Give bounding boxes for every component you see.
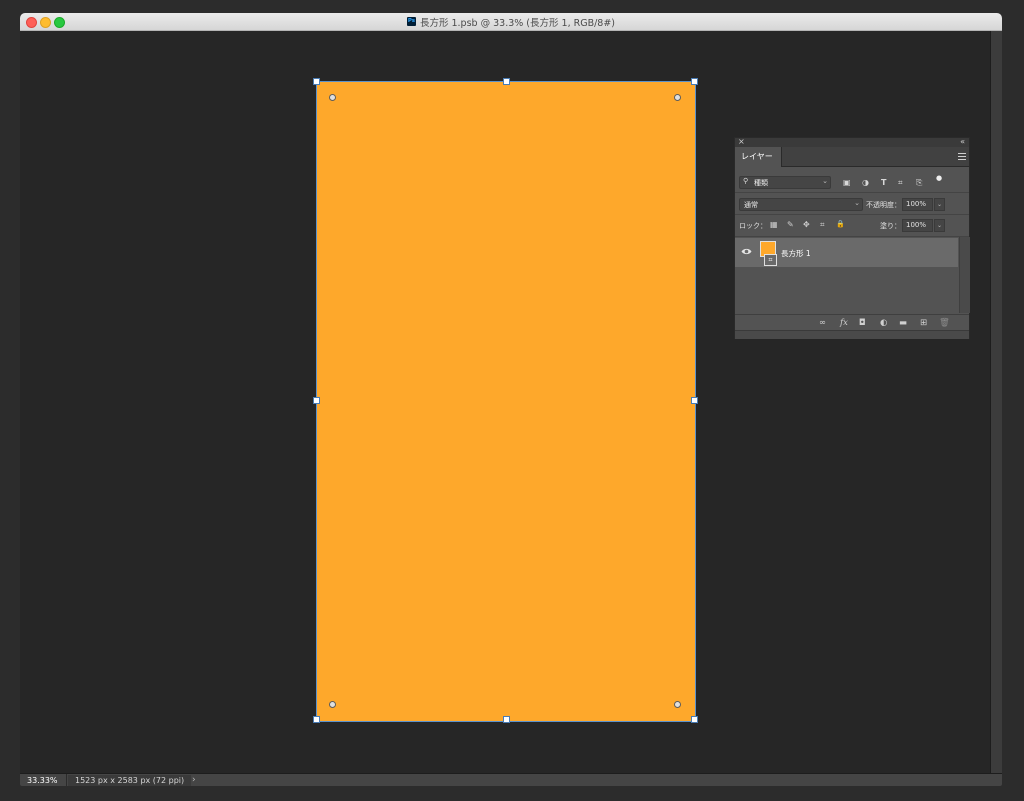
layers-list: ⌗ 長方形 1 — [735, 237, 959, 313]
vertical-scrollbar[interactable] — [990, 31, 1002, 773]
adjustment-layer-filter-icon[interactable]: ◑ — [862, 178, 869, 187]
collapse-panel-icon[interactable]: « — [960, 137, 965, 146]
chevron-down-icon: ⌄ — [822, 177, 828, 185]
new-adjustment-layer-icon[interactable]: ◐ — [880, 318, 887, 328]
layers-bottom-toolbar: ∞ fx ◘ ◐ ▬ ⊞ 🗑 — [735, 314, 969, 331]
canvas-rectangle[interactable] — [313, 78, 698, 723]
transform-handle-left[interactable] — [313, 397, 320, 404]
lock-all-icon[interactable]: 🔒 — [836, 220, 845, 228]
corner-radius-widget-top-right[interactable] — [674, 94, 681, 101]
opacity-input[interactable]: 100% — [902, 198, 933, 211]
fill-input[interactable]: 100% — [902, 219, 933, 232]
blend-opacity-row: 通常 ⌄ 不透明度： 100% ⌄ — [735, 194, 969, 215]
transform-handle-top-right[interactable] — [691, 78, 698, 85]
close-panel-icon[interactable]: × — [738, 137, 745, 146]
transform-handle-top[interactable] — [503, 78, 510, 85]
document-info: 1523 px x 2583 px (72 ppi) — [68, 775, 192, 786]
fill-label: 塗り： — [880, 222, 901, 230]
search-icon: ⚲ — [743, 177, 749, 185]
layer-style-fx-icon[interactable]: fx — [840, 318, 848, 328]
filter-toggle-icon[interactable]: ● — [936, 174, 942, 183]
status-menu-arrow-icon[interactable]: › — [192, 775, 196, 785]
corner-radius-widget-bottom-right[interactable] — [674, 701, 681, 708]
chevron-down-icon: ⌄ — [854, 199, 860, 207]
layer-name[interactable]: 長方形 1 — [781, 248, 811, 259]
transform-handle-bottom[interactable] — [503, 716, 510, 723]
layers-scrollbar[interactable] — [959, 237, 970, 313]
fill-dropdown-button[interactable]: ⌄ — [934, 219, 945, 232]
blend-mode-select[interactable]: 通常 ⌄ — [739, 198, 863, 211]
shape-layer-badge-icon: ⌗ — [764, 254, 777, 266]
lock-artboard-icon[interactable]: ⌗ — [820, 220, 825, 230]
tab-layers[interactable]: レイヤー — [735, 147, 782, 167]
smart-object-filter-icon[interactable]: ⎘ — [916, 178, 922, 187]
new-group-folder-icon[interactable]: ▬ — [899, 318, 907, 328]
pixel-layer-filter-icon[interactable]: ▣ — [843, 178, 851, 187]
panel-tab-row: レイヤー — [735, 147, 969, 167]
document-window: Ps 長方形 1.psb @ 33.3% (長方形 1, RGB/8#) 33.… — [20, 13, 1002, 786]
zoom-level[interactable]: 33.33% — [27, 776, 58, 785]
panel-resize-footer[interactable] — [735, 330, 969, 339]
layers-panel: × « レイヤー ⚲ 種類 ⌄ ▣ ◑ T ⌗ ⎘ ● 通常 ⌄ 不透明度： 1… — [734, 137, 970, 339]
photoshop-document-icon: Ps — [406, 17, 416, 26]
layer-filter-row: ⚲ 種類 ⌄ ▣ ◑ T ⌗ ⎘ ● — [735, 168, 969, 193]
filter-kind-select[interactable]: ⚲ 種類 ⌄ — [739, 176, 831, 189]
corner-radius-widget-top-left[interactable] — [329, 94, 336, 101]
lock-image-pixels-icon[interactable]: ✎ — [787, 220, 794, 229]
add-mask-icon[interactable]: ◘ — [859, 318, 866, 328]
visibility-eye-icon[interactable] — [741, 247, 752, 256]
transform-handle-right[interactable] — [691, 397, 698, 404]
lock-position-icon[interactable]: ✥ — [803, 220, 810, 229]
type-layer-filter-icon[interactable]: T — [881, 178, 886, 187]
transform-handle-top-left[interactable] — [313, 78, 320, 85]
transform-handle-bottom-left[interactable] — [313, 716, 320, 723]
shape-layer-filter-icon[interactable]: ⌗ — [898, 178, 903, 187]
window-title-group: Ps 長方形 1.psb @ 33.3% (長方形 1, RGB/8#) — [20, 15, 1002, 29]
transform-handle-bottom-right[interactable] — [691, 716, 698, 723]
opacity-dropdown-button[interactable]: ⌄ — [934, 198, 945, 211]
status-divider — [66, 774, 67, 786]
corner-radius-widget-bottom-left[interactable] — [329, 701, 336, 708]
panel-header: × « — [735, 137, 969, 147]
layer-row[interactable]: ⌗ 長方形 1 — [735, 238, 958, 267]
blend-mode-label: 通常 — [744, 201, 758, 209]
lock-label: ロック： — [739, 222, 767, 230]
link-layers-icon[interactable]: ∞ — [819, 318, 826, 328]
lock-transparent-pixels-icon[interactable]: ▦ — [770, 220, 778, 229]
lock-fill-row: ロック： ▦ ✎ ✥ ⌗ 🔒 塗り： 100% ⌄ — [735, 215, 969, 237]
filter-kind-label: 種類 — [754, 179, 768, 187]
status-bar: 33.33% 1523 px x 2583 px (72 ppi) › — [20, 773, 1002, 786]
delete-layer-trash-icon[interactable]: 🗑 — [939, 318, 950, 328]
new-layer-icon[interactable]: ⊞ — [920, 318, 927, 328]
title-bar: Ps 長方形 1.psb @ 33.3% (長方形 1, RGB/8#) — [20, 13, 1002, 31]
panel-menu-icon[interactable] — [958, 151, 966, 160]
window-title: 長方形 1.psb @ 33.3% (長方形 1, RGB/8#) — [419, 17, 616, 29]
opacity-label: 不透明度： — [866, 201, 901, 209]
